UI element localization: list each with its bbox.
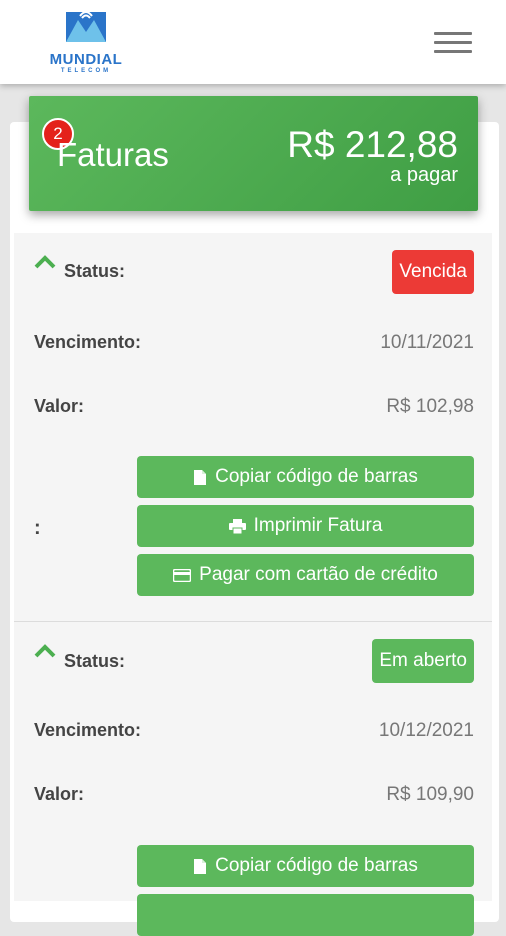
print-invoice-button-partial[interactable] [137,894,474,936]
copy-barcode-button[interactable]: Copiar código de barras [137,845,474,887]
amount-value: R$ 109,90 [386,784,474,805]
status-badge: Em aberto [372,639,474,683]
pay-credit-card-button[interactable]: Pagar com cartão de crédito [137,554,474,596]
due-date-value: 10/11/2021 [380,332,474,353]
copy-barcode-label: Copiar código de barras [215,855,418,876]
amount-label: Valor: [34,784,85,804]
print-invoice-button[interactable]: Imprimir Fatura [137,505,474,547]
status-label: Status: [64,261,126,281]
status-badge: Vencida [392,250,474,294]
due-date-value: 10/12/2021 [378,720,474,741]
brand-logo[interactable]: MUNDIAL TELECOM [44,6,128,76]
amount-value: R$ 102,98 [386,396,474,417]
summary-amount: R$ 212,88 [287,124,458,165]
credit-card-icon [173,568,192,582]
copy-barcode-button[interactable]: Copiar código de barras [137,456,474,498]
document-icon [194,858,207,874]
invoice-item: Status: Em aberto Vencimento: 10/12/2021… [14,621,492,936]
print-invoice-label: Imprimir Fatura [253,515,383,536]
hamburger-icon[interactable] [434,32,472,54]
invoices-summary-header: 2 Faturas R$ 212,88 a pagar [29,96,478,211]
empty-field-label: : [34,517,41,539]
summary-amount-caption: a pagar [390,164,458,186]
top-bar: MUNDIAL TELECOM [0,0,506,84]
brand-name: MUNDIAL [49,51,123,68]
chevron-up-icon[interactable] [34,644,56,658]
pay-credit-card-label: Pagar com cartão de crédito [199,564,438,585]
document-icon [194,469,207,485]
summary-title: Faturas [57,136,169,173]
brand-subtitle: TELECOM [60,68,112,74]
due-date-label: Vencimento: [34,332,142,352]
due-date-label: Vencimento: [34,720,142,740]
amount-label: Valor: [34,396,85,416]
status-label: Status: [64,651,126,671]
chevron-up-icon[interactable] [34,255,56,269]
copy-barcode-label: Copiar código de barras [215,466,418,487]
logo-mark-icon [66,11,106,42]
invoice-item: Status: Vencida Vencimento: 10/11/2021 V… [14,233,492,621]
printer-icon [228,518,246,534]
